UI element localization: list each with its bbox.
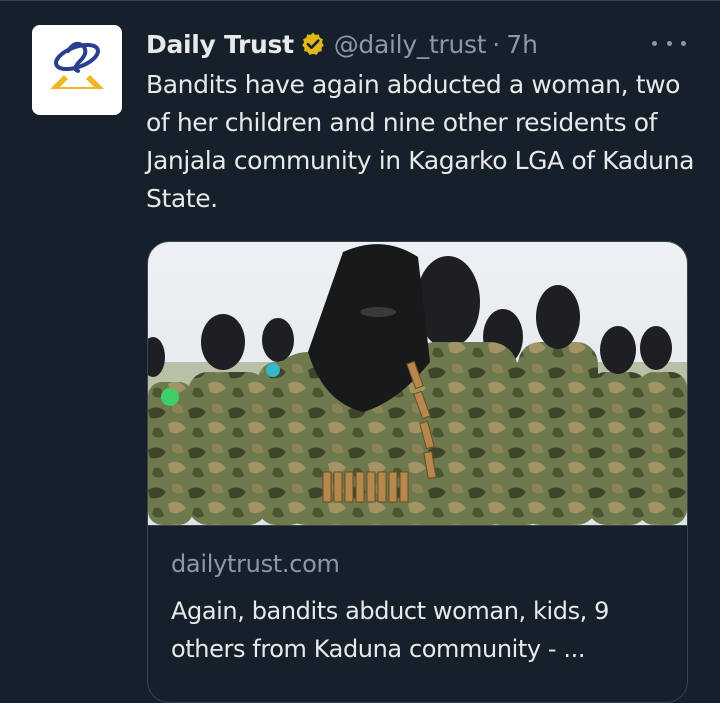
tweet-header: Daily Trust @daily_trust · 7h bbox=[146, 26, 538, 62]
verified-badge-icon[interactable] bbox=[300, 31, 326, 57]
more-dot bbox=[652, 40, 657, 46]
author-name[interactable]: Daily Trust bbox=[146, 30, 294, 59]
armed-men-photo bbox=[148, 242, 687, 525]
link-card-title: Again, bandits abduct woman, kids, 9 oth… bbox=[171, 597, 610, 663]
more-options-icon[interactable] bbox=[652, 36, 686, 50]
author-handle[interactable]: @daily_trust bbox=[334, 30, 487, 59]
separator-dot: · bbox=[492, 29, 501, 59]
avatar[interactable] bbox=[32, 25, 122, 115]
more-dot bbox=[681, 40, 686, 46]
daily-trust-logo bbox=[32, 25, 122, 115]
link-card-image[interactable] bbox=[148, 242, 687, 526]
link-card-domain: dailytrust.com bbox=[171, 550, 340, 578]
tweet-time[interactable]: 7h bbox=[506, 30, 538, 59]
more-dot bbox=[666, 40, 672, 46]
tweet[interactable]: Daily Trust @daily_trust · 7h Bandits ha… bbox=[0, 0, 720, 703]
link-card[interactable]: dailytrust.com Again, bandits abduct wom… bbox=[147, 241, 688, 703]
tweet-text: Bandits have again abducted a woman, two… bbox=[146, 70, 694, 213]
